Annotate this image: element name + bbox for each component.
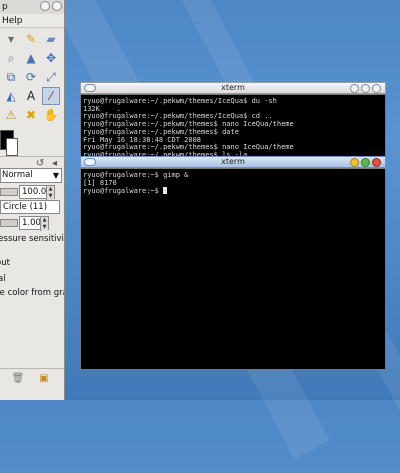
delete-icon[interactable]: 🗑 (12, 372, 25, 384)
opacity-field[interactable]: 100.0 ▲ ▼ (19, 185, 55, 200)
pressure-sensitivity-label[interactable]: Pressure sensitivity (0, 234, 64, 244)
scale-field[interactable]: 1.00 ▲ ▼ (19, 216, 49, 231)
close-button[interactable] (372, 84, 381, 93)
paintbrush-icon[interactable]: ⁄ (42, 87, 60, 105)
color-picker-icon[interactable]: ▰ (42, 30, 60, 48)
move-icon[interactable]: ✥ (42, 49, 60, 67)
scale-row: 1.00 ▲ ▼ (0, 216, 62, 231)
pencil-icon[interactable]: ✎ (22, 30, 40, 48)
xterm-window-back: xterm ryuo@frugalware:~/.pekwm/themes/Ic… (80, 82, 386, 166)
terminal-line: ryuo@frugalware:~/.pekwm/themes/IceQua$ … (83, 97, 277, 105)
bucket-fill-icon[interactable]: ▾ (2, 30, 20, 48)
terminal-line: ryuo@frugalware:~$ gimp & (83, 171, 189, 179)
xterm-front-title: xterm (221, 157, 245, 166)
text-icon[interactable]: A (22, 87, 40, 105)
maximize-button[interactable] (361, 158, 370, 167)
opacity-slider[interactable] (0, 188, 18, 196)
fade-text: out (0, 258, 10, 268)
flip-icon[interactable]: ◭ (2, 87, 20, 105)
pressure-text: Pressure sensitivity (0, 234, 64, 244)
window-menu-button[interactable] (84, 84, 96, 92)
opacity-spin[interactable]: ▲ ▼ (46, 186, 54, 200)
scale-icon[interactable]: ⤢ (42, 68, 60, 86)
mode-dropdown[interactable]: Normal ▼ (0, 168, 62, 183)
window-menu-button[interactable] (84, 158, 96, 166)
reset-icon[interactable]: ▣ (38, 372, 50, 384)
measure-icon[interactable]: ▲ (22, 49, 40, 67)
scale-spin[interactable]: ▲ ▼ (40, 217, 48, 231)
crop-icon[interactable]: ⧉ (2, 68, 20, 86)
xterm-back-titlebar[interactable]: xterm (80, 82, 386, 94)
background-color-swatch[interactable] (6, 138, 18, 156)
scale-value: 1.00 (22, 218, 41, 228)
toolbox-titlebar[interactable]: p (0, 0, 64, 14)
opacity-row: 100.0 ▲ ▼ (0, 185, 62, 200)
scale-slider[interactable] (0, 219, 18, 227)
xterm-back-title: xterm (221, 83, 245, 92)
brush-value: Circle (11) (3, 202, 48, 212)
terminal-cursor (163, 187, 168, 195)
jitter-text: al (0, 274, 6, 284)
chevron-down-icon: ▼ (52, 171, 59, 180)
use-color-from-gradient-option[interactable]: Use color from gradient (0, 288, 64, 298)
heal-icon[interactable]: ✖ (22, 106, 40, 124)
clone-icon[interactable]: ⚠ (2, 106, 20, 124)
jitter-option[interactable]: al (0, 274, 8, 284)
color-area (0, 124, 64, 158)
terminal-line: ryuo@frugalware:~$ (81, 187, 385, 196)
close-button[interactable] (372, 158, 381, 167)
gradient-text: Use color from gradient (0, 288, 64, 298)
minimize-button[interactable] (350, 158, 359, 167)
toolbox-title: p (2, 2, 8, 12)
toolbox-bottom-bar: 🗑 ▣ (0, 368, 64, 387)
xterm-front-titlebar[interactable]: xterm (80, 156, 386, 168)
xterm-front-terminal[interactable]: ryuo@frugalware:~$ gimp & [1] 8170 ryuo@fr… (80, 168, 386, 370)
terminal-line: [1] 8170 (83, 178, 117, 187)
mode-value: Normal (2, 170, 33, 180)
minimize-button[interactable] (350, 84, 359, 93)
opacity-value: 100.0 (22, 187, 47, 197)
brush-field[interactable]: Circle (11) (0, 200, 60, 214)
close-button[interactable] (52, 1, 62, 11)
menu-help[interactable]: Help (0, 14, 64, 28)
minimize-button[interactable] (40, 1, 50, 11)
smudge-icon[interactable]: ✋ (42, 106, 60, 124)
magnify-icon[interactable]: ⌕ (2, 49, 20, 67)
xterm-window-front: xterm ryuo@frugalware:~$ gimp & [1] 8170 r… (80, 156, 386, 370)
fade-out-option[interactable]: out (0, 258, 14, 268)
maximize-button[interactable] (361, 84, 370, 93)
gimp-toolbox-window: p Help ▾ ✎ ▰ ⌕ ▲ ✥ ⧉ ⟳ ⤢ ◭ A ⁄ ⚠ ✖ ✋ ↺ ◂ Normal ▼ 100.… (0, 0, 65, 400)
rotate-icon[interactable]: ⟳ (22, 68, 40, 86)
